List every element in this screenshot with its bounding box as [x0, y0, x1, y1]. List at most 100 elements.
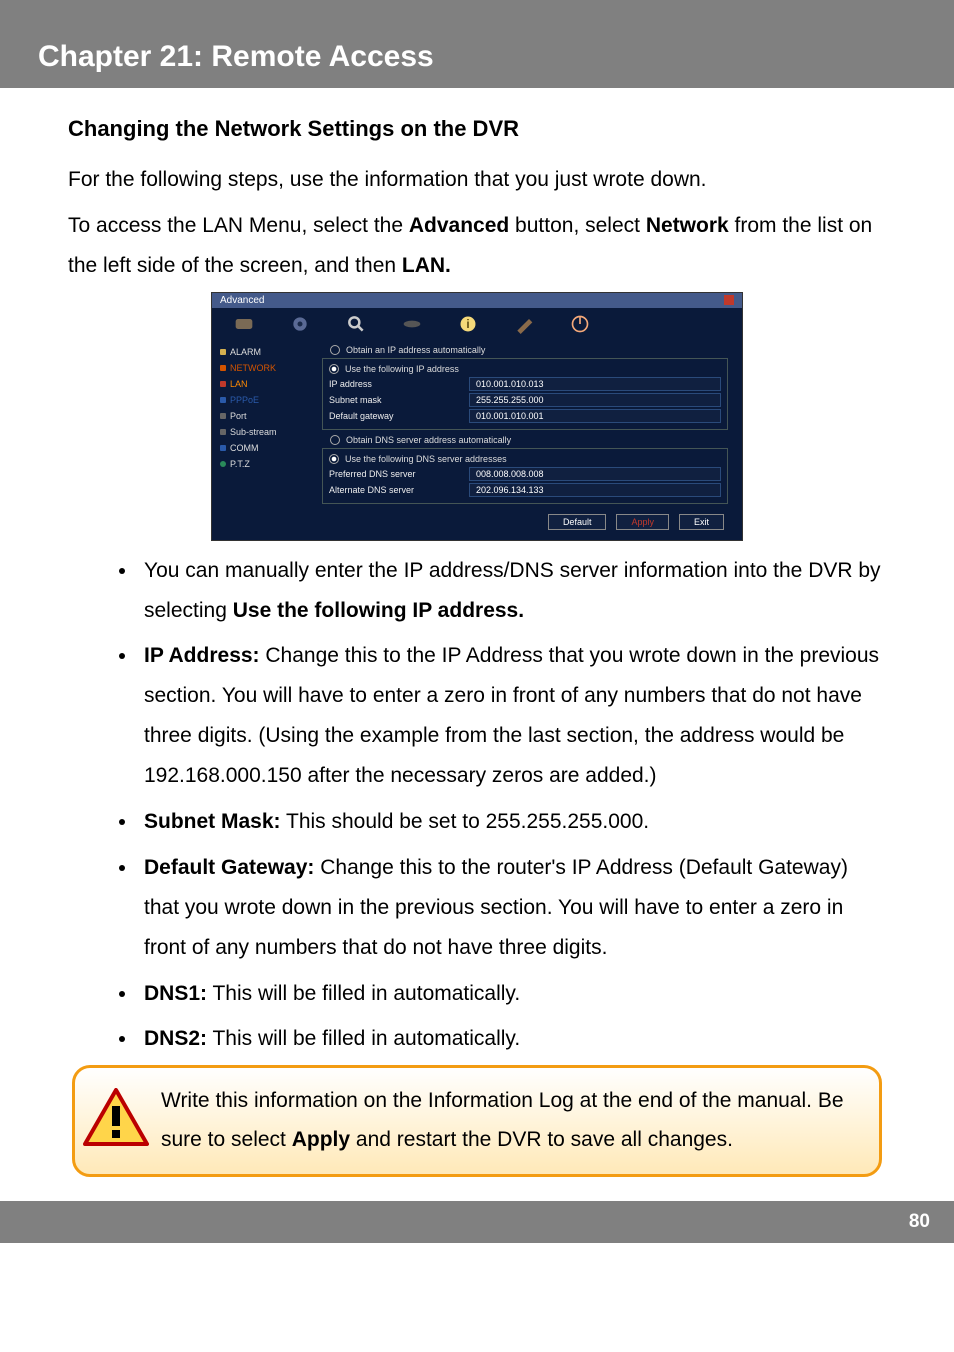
field-label: Default gateway: [329, 411, 469, 421]
list-item: Subnet Mask: This should be set to 255.2…: [138, 802, 886, 842]
field-name: IP Address:: [144, 644, 260, 667]
sidebar-item-lan[interactable]: LAN: [212, 376, 316, 392]
text-fragment: and restart the DVR to save all changes.: [350, 1128, 733, 1151]
radio-icon: [329, 364, 339, 374]
list-item: You can manually enter the IP address/DN…: [138, 551, 886, 631]
warning-callout: Write this information on the Informatio…: [72, 1065, 882, 1177]
field-name: DNS1:: [144, 982, 207, 1005]
pppoe-icon: [220, 397, 226, 403]
toolbar: i: [212, 308, 742, 340]
radio-label: Obtain an IP address automatically: [346, 345, 485, 355]
lan-label: LAN.: [402, 254, 451, 277]
gateway-row: Default gateway010.001.010.001: [329, 409, 721, 423]
radio-auto-ip[interactable]: Obtain an IP address automatically: [316, 344, 734, 356]
dns1-field[interactable]: 008.008.008.008: [469, 467, 721, 481]
section-heading: Changing the Network Settings on the DVR: [68, 116, 886, 142]
text-fragment: This will be filled in automatically.: [207, 1027, 520, 1050]
toolbar-icon-power[interactable]: [566, 314, 594, 334]
ip-address-field[interactable]: 010.001.010.013: [469, 377, 721, 391]
svg-text:i: i: [466, 318, 469, 331]
substream-icon: [220, 429, 226, 435]
subnet-mask-field[interactable]: 255.255.255.000: [469, 393, 721, 407]
radio-icon: [330, 435, 340, 445]
sidebar-item-ptz[interactable]: P.T.Z: [212, 456, 316, 472]
field-name: Subnet Mask:: [144, 810, 281, 833]
text-fragment: To access the LAN Menu, select the: [68, 214, 409, 237]
top-stripe: [0, 0, 954, 26]
alarm-icon: [220, 349, 226, 355]
sidebar: ALARM NETWORK LAN PPPoE Port Sub-stream …: [212, 340, 316, 540]
sidebar-item-substream[interactable]: Sub-stream: [212, 424, 316, 440]
apply-label: Apply: [292, 1128, 350, 1151]
toolbar-icon-info[interactable]: i: [454, 314, 482, 334]
bullet-list: You can manually enter the IP address/DN…: [68, 551, 886, 1060]
sidebar-item-network[interactable]: NETWORK: [212, 360, 316, 376]
chapter-title: Chapter 21: Remote Access: [38, 40, 434, 73]
text-fragment: button, select: [509, 214, 646, 237]
list-item: DNS2: This will be filled in automatical…: [138, 1019, 886, 1059]
content-area: Changing the Network Settings on the DVR…: [0, 88, 954, 1177]
sidebar-item-port[interactable]: Port: [212, 408, 316, 424]
field-name: DNS2:: [144, 1027, 207, 1050]
radio-label: Use the following DNS server addresses: [345, 454, 507, 464]
list-item: IP Address: Change this to the IP Addres…: [138, 636, 886, 796]
close-icon[interactable]: [724, 295, 734, 305]
sidebar-label: PPPoE: [230, 395, 259, 405]
sidebar-label: COMM: [230, 443, 259, 453]
dns1-row: Preferred DNS server008.008.008.008: [329, 467, 721, 481]
sidebar-item-alarm[interactable]: ALARM: [212, 344, 316, 360]
page-number: 80: [909, 1211, 930, 1232]
option-label: Use the following IP address.: [233, 599, 524, 622]
text-fragment: This will be filled in automatically.: [207, 982, 520, 1005]
sidebar-item-comm[interactable]: COMM: [212, 440, 316, 456]
gateway-field[interactable]: 010.001.010.001: [469, 409, 721, 423]
toolbar-icon-brush[interactable]: [510, 314, 538, 334]
radio-static-ip[interactable]: Use the following IP address: [329, 363, 721, 375]
mask-row: Subnet mask255.255.255.000: [329, 393, 721, 407]
lan-icon: [220, 381, 226, 387]
sidebar-label: LAN: [230, 379, 248, 389]
screenshot-body: ALARM NETWORK LAN PPPoE Port Sub-stream …: [212, 340, 742, 540]
network-icon: [220, 365, 226, 371]
ip-row: IP address010.001.010.013: [329, 377, 721, 391]
exit-button[interactable]: Exit: [679, 514, 724, 530]
dvr-screenshot: Advanced i ALARM NETWORK LAN PPPoE Port: [211, 292, 743, 541]
default-button[interactable]: Default: [548, 514, 607, 530]
window-titlebar: Advanced: [212, 293, 742, 308]
dns2-row: Alternate DNS server202.096.134.133: [329, 483, 721, 497]
field-label: Subnet mask: [329, 395, 469, 405]
dns-fieldset: Use the following DNS server addresses P…: [322, 448, 728, 504]
comm-icon: [220, 445, 226, 451]
field-label: Alternate DNS server: [329, 485, 469, 495]
text-fragment: This should be set to 255.255.255.000.: [281, 810, 650, 833]
toolbar-icon-search[interactable]: [342, 314, 370, 334]
radio-auto-dns[interactable]: Obtain DNS server address automatically: [316, 434, 734, 446]
advanced-label: Advanced: [409, 214, 509, 237]
toolbar-icon-gear[interactable]: [286, 314, 314, 334]
sidebar-label: NETWORK: [230, 363, 276, 373]
field-label: IP address: [329, 379, 469, 389]
port-icon: [220, 413, 226, 419]
field-label: Preferred DNS server: [329, 469, 469, 479]
list-item: DNS1: This will be filled in automatical…: [138, 974, 886, 1014]
lan-access-paragraph: To access the LAN Menu, select the Advan…: [68, 206, 886, 286]
dns2-field[interactable]: 202.096.134.133: [469, 483, 721, 497]
sidebar-label: Sub-stream: [230, 427, 277, 437]
toolbar-icon-disk[interactable]: [398, 314, 426, 334]
document-page: Chapter 21: Remote Access Changing the N…: [0, 0, 954, 1243]
window-title: Advanced: [220, 295, 264, 306]
apply-button[interactable]: Apply: [616, 514, 669, 530]
sidebar-label: P.T.Z: [230, 459, 250, 469]
radio-static-dns[interactable]: Use the following DNS server addresses: [329, 453, 721, 465]
button-row: Default Apply Exit: [316, 508, 734, 530]
warning-icon: [83, 1088, 149, 1146]
callout-text: Write this information on the Informatio…: [161, 1082, 861, 1160]
radio-icon: [330, 345, 340, 355]
radio-label: Use the following IP address: [345, 364, 459, 374]
radio-icon: [329, 454, 339, 464]
sidebar-item-pppoe[interactable]: PPPoE: [212, 392, 316, 408]
page-footer: 80: [0, 1201, 954, 1243]
ptz-icon: [220, 461, 226, 467]
sidebar-label: ALARM: [230, 347, 261, 357]
toolbar-icon-1[interactable]: [230, 314, 258, 334]
